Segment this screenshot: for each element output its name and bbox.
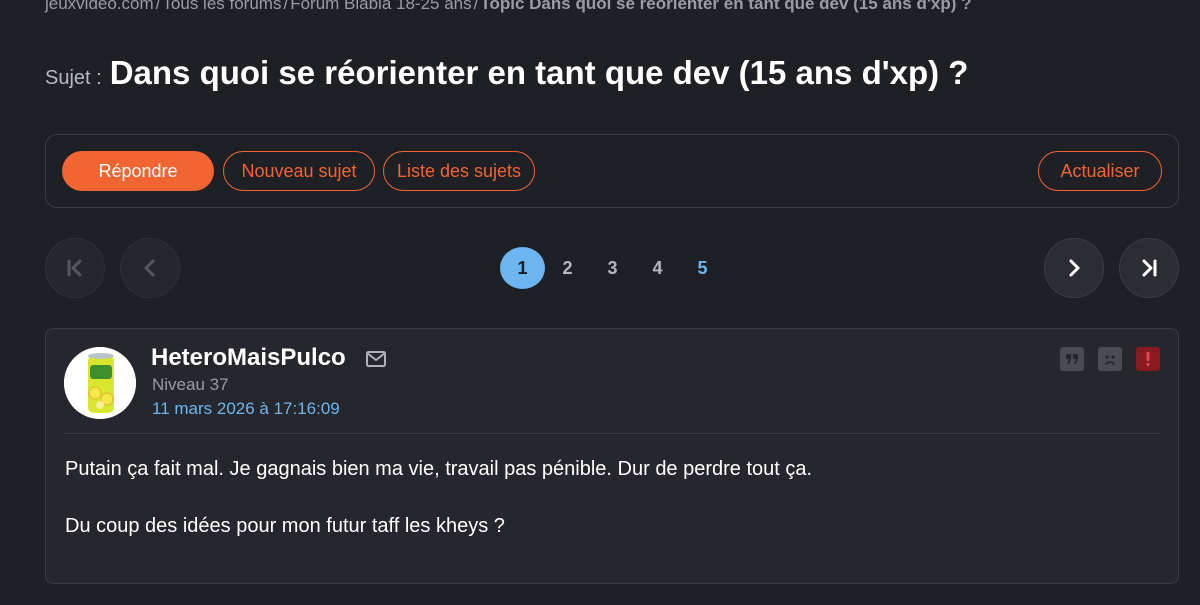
page-link[interactable]: 4 (635, 247, 680, 289)
last-page-icon (1142, 259, 1157, 277)
next-page-button[interactable] (1044, 238, 1104, 298)
page-link[interactable]: 3 (590, 247, 635, 289)
title-prefix: Sujet : (45, 67, 102, 89)
post-divider (64, 433, 1160, 434)
post-actions (1060, 347, 1160, 371)
sad-face-icon[interactable] (1098, 347, 1122, 371)
first-page-icon (67, 259, 82, 277)
page-link[interactable]: 1 (500, 247, 545, 289)
breadcrumb-link-home[interactable]: jeuxvideo.com (45, 0, 154, 13)
previous-page-button[interactable] (120, 238, 180, 298)
page-numbers: 1 2 3 4 5 (500, 247, 725, 289)
breadcrumb-separator: / (473, 0, 479, 13)
avatar-image (64, 347, 136, 419)
report-icon[interactable] (1136, 347, 1160, 371)
breadcrumb-link-all-forums[interactable]: Tous les forums (162, 0, 281, 13)
refresh-button[interactable]: Actualiser (1038, 151, 1162, 191)
message-paragraph: Putain ça fait mal. Je gagnais bien ma v… (65, 458, 813, 480)
breadcrumb-link-forum[interactable]: Forum Blabla 18-25 ans (290, 0, 471, 13)
new-topic-button[interactable]: Nouveau sujet (223, 151, 375, 191)
author-level: Niveau 37 (152, 375, 229, 394)
post-message: Putain ça fait mal. Je gagnais bien ma v… (65, 457, 812, 571)
quote-icon[interactable] (1060, 347, 1084, 371)
breadcrumb-separator: / (283, 0, 289, 13)
avatar[interactable] (64, 347, 136, 419)
page-title: Sujet : Dans quoi se réorienter en tant … (45, 54, 968, 92)
topic-title: Dans quoi se réorienter en tant que dev … (109, 54, 969, 91)
mail-icon[interactable] (366, 351, 386, 372)
message-paragraph: Du coup des idées pour mon futur taff le… (65, 515, 505, 537)
breadcrumb: jeuxvideo.com / Tous les forums / Forum Blab… (45, 0, 972, 14)
page-link[interactable]: 2 (545, 247, 590, 289)
topic-list-button[interactable]: Liste des sujets (383, 151, 535, 191)
last-page-button[interactable] (1119, 238, 1179, 298)
first-page-button[interactable] (45, 238, 105, 298)
breadcrumb-separator: / (155, 0, 161, 13)
reply-button[interactable]: Répondre (62, 151, 214, 191)
post-date[interactable]: 11 mars 2026 à 17:16:09 (152, 399, 340, 419)
next-page-icon (1069, 259, 1080, 277)
forum-post: HeteroMaisPulco Niveau 37 11 mars 2026 à… (45, 328, 1179, 584)
breadcrumb-current: Topic Dans quoi se réorienter en tant qu… (480, 0, 972, 13)
topic-toolbar: Répondre Nouveau sujet Liste des sujets … (45, 134, 1179, 208)
post-author[interactable]: HeteroMaisPulco (151, 344, 346, 372)
previous-page-icon (144, 259, 155, 277)
page-link[interactable]: 5 (680, 247, 725, 289)
